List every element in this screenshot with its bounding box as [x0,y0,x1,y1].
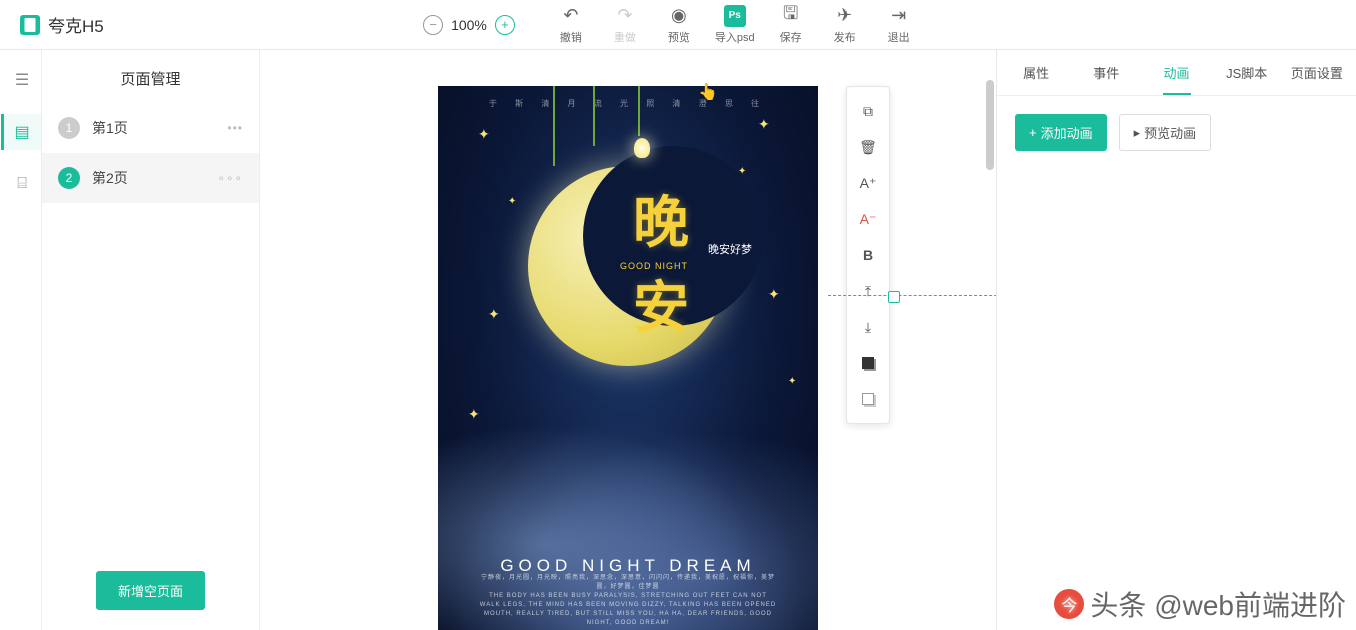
watermark: 今 头条 @web前端进阶 [1054,584,1346,624]
bold-button[interactable]: B [847,237,889,273]
page-more-icon[interactable]: ∘∘∘ [217,171,243,185]
exit-icon: ⇥ [891,5,906,27]
page-item-1[interactable]: 1 第1页 ••• [42,103,259,153]
star-icon: ✦ [738,166,746,177]
rail-archive-icon[interactable]: ⌸ [1,166,41,202]
align-top-button[interactable]: ⤒ [847,273,889,309]
redo-button[interactable]: ↷ 重做 [607,5,643,45]
poster-subtext: 宁静夜，月光圆，月光映，照亮我，深思念，深思意，闪闪闪，传递我，美祝愿，祝福你，… [478,574,778,628]
page-name-label: 第2页 [92,168,205,188]
poster-char-2: 安 [633,281,689,337]
tab-events[interactable]: 事件 [1071,51,1141,94]
poster-top-text: 于 斯 清 月 流 光 照 清 澄 思 往 [438,98,818,109]
watermark-icon: 今 [1054,589,1084,619]
preview-button[interactable]: ◉ 预览 [661,5,697,45]
poster-small-en: GOOD NIGHT [620,261,688,271]
app-logo: 夸克H5 [10,12,114,37]
topbar: 夸克H5 − 100% + ↶ 撤销 ↷ 重做 ◉ 预览 Ps 导入psd [0,0,1356,50]
preview-animation-button[interactable]: ▸ 预览动画 [1119,114,1212,151]
vine-graphic [553,86,555,166]
right-panel: 属性 事件 动画 JS脚本 页面设置 + 添加动画 ▸ 预览动画 [996,50,1356,630]
zoom-controls: − 100% + [423,15,515,35]
undo-button[interactable]: ↶ 撤销 [553,5,589,45]
vertical-scrollbar[interactable] [986,50,994,630]
page-number-badge: 2 [58,167,80,189]
star-icon: ✦ [758,116,770,133]
eye-icon: ◉ [671,5,687,27]
psd-icon: Ps [724,5,746,27]
page-more-icon[interactable]: ••• [227,121,243,135]
undo-icon: ↶ [563,5,578,27]
align-bottom-button[interactable]: ⤓ [847,309,889,345]
zoom-value: 100% [451,17,487,33]
star-icon: ✦ [488,306,500,323]
tab-js-script[interactable]: JS脚本 [1212,51,1282,94]
page-name-label: 第1页 [92,118,215,138]
add-animation-button[interactable]: + 添加动画 [1015,114,1107,151]
page-panel: 页面管理 1 第1页 ••• 2 第2页 ∘∘∘ 新增空页面 [42,50,260,630]
zoom-out-button[interactable]: − [423,15,443,35]
send-icon: ✈ [837,5,852,27]
delete-button[interactable]: 🗑 [847,129,889,165]
side-rail: ☰ ▤ ⌸ [0,50,42,630]
zoom-in-button[interactable]: + [495,15,515,35]
app-title: 夸克H5 [48,12,104,37]
copy-button[interactable]: ⧉ [847,93,889,129]
star-icon: ✦ [478,126,490,143]
save-icon: 🖫 [783,5,798,27]
star-icon: ✦ [468,406,480,423]
publish-button[interactable]: ✈ 发布 [827,5,863,45]
star-icon: ✦ [788,376,796,387]
add-page-button[interactable]: 新增空页面 [96,571,205,610]
font-decrease-button[interactable]: A⁻ [847,201,889,237]
play-icon: ▸ [1134,125,1141,141]
rail-page-icon[interactable]: ▤ [1,114,41,150]
tab-attributes[interactable]: 属性 [1001,51,1071,94]
star-icon: ✦ [768,286,780,303]
poster-char-1: 晚 [633,196,689,252]
logo-icon [20,15,40,35]
poster-sub-cn: 晚安好梦 [708,241,752,257]
import-psd-button[interactable]: Ps 导入psd [715,5,755,45]
canvas-area[interactable]: 于 斯 清 月 流 光 照 清 澄 思 往 ✦ ✦ ✦ ✦ ✦ ✦ ✦ ✦ 晚 [260,50,996,630]
tab-page-settings[interactable]: 页面设置 [1282,51,1352,94]
vine-graphic [593,86,595,146]
vine-graphic [638,86,640,136]
save-button[interactable]: 🖫 保存 [773,5,809,45]
plus-icon: + [1029,125,1037,140]
poster-canvas[interactable]: 于 斯 清 月 流 光 照 清 澄 思 往 ✦ ✦ ✦ ✦ ✦ ✦ ✦ ✦ 晚 [438,86,818,630]
rail-menu-icon[interactable]: ☰ [1,62,41,98]
poster-headline: GOOD NIGHT DREAM [438,556,818,576]
page-item-2[interactable]: 2 第2页 ∘∘∘ [42,153,259,203]
element-toolbar: ⧉ 🗑 A⁺ A⁻ B ⤒ ⤓ [846,86,890,424]
layer-up-button[interactable] [847,345,889,381]
page-panel-title: 页面管理 [42,50,259,103]
font-increase-button[interactable]: A⁺ [847,165,889,201]
star-icon: ✦ [508,196,516,207]
exit-button[interactable]: ⇥ 退出 [881,5,917,45]
layer-down-button[interactable] [847,381,889,417]
redo-icon: ↷ [617,5,632,27]
guide-line[interactable] [828,295,996,296]
tab-animation[interactable]: 动画 [1141,51,1211,94]
lantern-graphic [634,138,650,158]
page-number-badge: 1 [58,117,80,139]
